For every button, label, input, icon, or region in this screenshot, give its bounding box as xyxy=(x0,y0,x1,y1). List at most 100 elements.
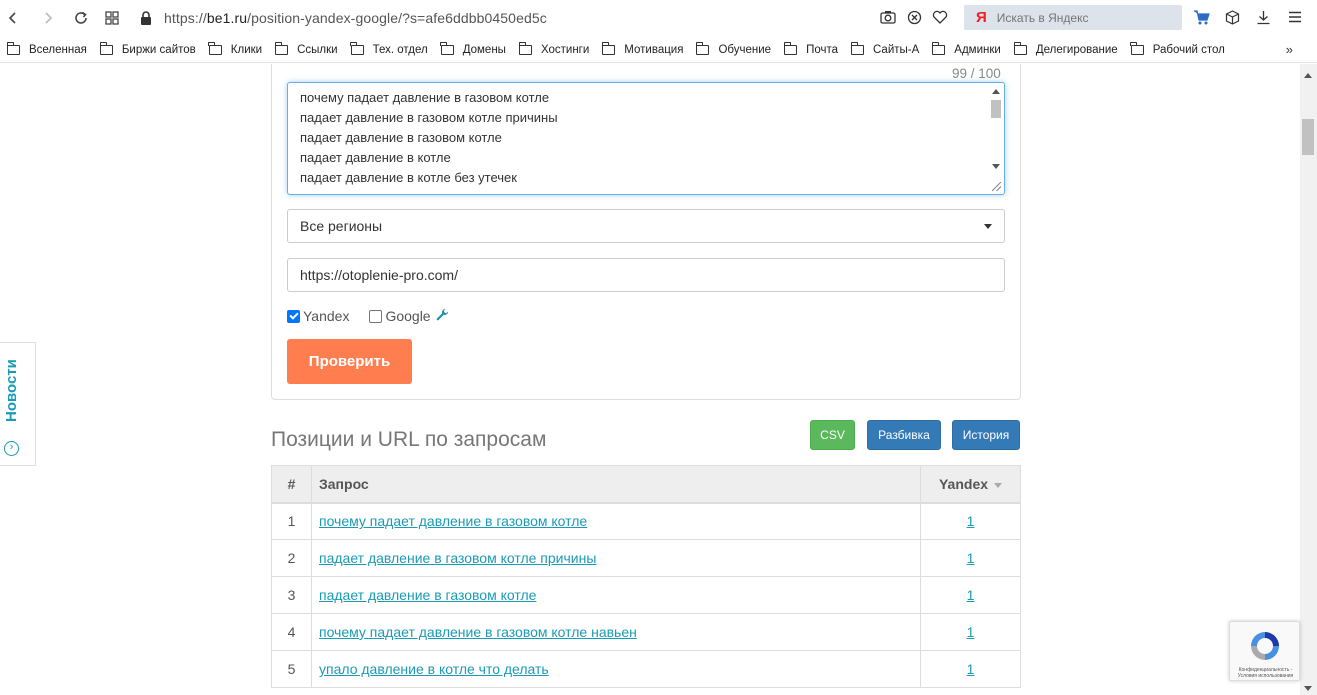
position-link[interactable]: 1 xyxy=(967,587,975,603)
bookmark-label: Клики xyxy=(230,43,263,56)
query-link[interactable]: почему падает давление в газовом котле н… xyxy=(319,624,637,640)
heart-icon[interactable] xyxy=(927,4,953,30)
history-button[interactable]: История xyxy=(952,420,1020,450)
row-query-cell: упало давление в котле что делать xyxy=(311,650,921,688)
reload-icon[interactable] xyxy=(68,5,94,31)
engine-checkboxes: Yandex Google xyxy=(287,308,449,324)
resize-handle-icon[interactable] xyxy=(992,182,1001,191)
menu-icon[interactable] xyxy=(1282,4,1308,30)
recaptcha-text[interactable]: Конфиденциальность - Условия использован… xyxy=(1234,667,1297,679)
table-row: 1 почему падает давление в газовом котле 1 xyxy=(271,502,1021,540)
scroll-down-icon[interactable] xyxy=(1304,686,1312,691)
row-position-cell: 1 xyxy=(920,502,1021,540)
scroll-up-icon[interactable] xyxy=(1304,73,1312,78)
bookmark-item[interactable]: Домены xyxy=(440,41,506,56)
bookmark-item[interactable]: Рабочий стол xyxy=(1130,41,1225,56)
camera-icon[interactable] xyxy=(875,4,901,30)
query-link[interactable]: упало давление в котле что делать xyxy=(319,661,549,677)
row-position-cell: 1 xyxy=(920,576,1021,614)
position-link[interactable]: 1 xyxy=(967,624,975,640)
bookmark-label: Хостинги xyxy=(540,43,590,56)
bookmark-item[interactable]: Биржи сайтов xyxy=(99,41,196,56)
folder-icon xyxy=(783,41,798,55)
bookmark-item[interactable]: Тех. отдел xyxy=(350,41,428,56)
query-line: падает давление в котле xyxy=(300,150,451,165)
region-select-value: Все регионы xyxy=(300,218,383,234)
table-row: 4 почему падает давление в газовом котле … xyxy=(271,613,1021,651)
results-table: # Запрос Yandex 1 почему падает давление … xyxy=(271,465,1021,688)
download-icon[interactable] xyxy=(1250,4,1276,30)
bookmark-item[interactable]: Хостинги xyxy=(518,41,590,56)
position-link[interactable]: 1 xyxy=(967,550,975,566)
bookmark-label: Домены xyxy=(462,43,506,56)
query-link[interactable]: почему падает давление в газовом котле xyxy=(319,513,587,529)
site-url-value: https://otoplenie-pro.com/ xyxy=(300,267,458,283)
google-checkbox[interactable] xyxy=(369,309,383,323)
bookmark-item[interactable]: Делегирование xyxy=(1013,41,1118,56)
bookmark-item[interactable]: Сайты-А xyxy=(850,41,920,56)
bookmark-label: Сайты-А xyxy=(873,43,920,56)
yandex-checkbox-label[interactable]: Yandex xyxy=(303,308,349,324)
tabs-grid-icon[interactable] xyxy=(99,5,125,31)
bookmark-item[interactable]: Вселенная xyxy=(6,41,87,56)
region-select[interactable]: Все регионы xyxy=(287,209,1005,243)
folder-icon xyxy=(931,41,946,55)
folder-icon xyxy=(274,41,289,55)
bookmark-label: Админки xyxy=(954,43,1001,56)
news-tab-label: Новости xyxy=(3,359,20,423)
table-row: 2 падает давление в газовом котле причины… xyxy=(271,539,1021,577)
address-bar[interactable]: https://be1.ru/position-yandex-google/?s… xyxy=(140,5,547,30)
scroll-up-icon[interactable] xyxy=(992,89,1000,94)
bookmark-label: Ссылки xyxy=(297,43,338,56)
wrench-icon[interactable] xyxy=(436,308,449,324)
forward-icon[interactable] xyxy=(35,5,61,31)
row-query-cell: падает давление в газовом котле причины xyxy=(311,539,921,577)
cart-icon[interactable] xyxy=(1188,4,1214,30)
bookmark-item[interactable]: Почта xyxy=(783,41,838,56)
back-icon[interactable] xyxy=(0,5,26,31)
folder-icon xyxy=(1013,41,1027,55)
scroll-down-icon[interactable] xyxy=(992,164,1000,169)
queries-textarea[interactable]: почему падает давление в газовом котле п… xyxy=(287,82,1005,195)
query-link[interactable]: падает давление в газовом котле причины xyxy=(319,550,596,566)
query-line: падает давление в газовом котле причины xyxy=(300,110,558,125)
bookmarks-overflow-icon[interactable]: » xyxy=(1286,42,1293,57)
scroll-thumb[interactable] xyxy=(991,100,1001,118)
bookmark-label: Вселенная xyxy=(29,43,87,56)
row-position-cell: 1 xyxy=(920,650,1021,688)
yandex-logo-icon: Я xyxy=(976,9,987,26)
page-scrollbar[interactable] xyxy=(1300,64,1317,695)
bookmark-item[interactable]: Админки xyxy=(931,41,1001,56)
bookmark-item[interactable]: Клики xyxy=(208,41,263,56)
yandex-search-input[interactable] xyxy=(996,10,1167,25)
google-checkbox-label[interactable]: Google xyxy=(385,308,430,324)
csv-button[interactable]: CSV xyxy=(810,420,855,450)
check-button[interactable]: Проверить xyxy=(287,339,412,384)
page-content: 99 / 100 почему падает давление в газово… xyxy=(0,64,1300,695)
split-button[interactable]: Разбивка xyxy=(867,420,941,450)
news-side-tab[interactable]: Новости › xyxy=(0,342,36,466)
scroll-thumb[interactable] xyxy=(1302,119,1314,155)
folder-icon xyxy=(350,41,364,55)
yandex-search-box[interactable]: Я xyxy=(964,5,1182,30)
column-yandex[interactable]: Yandex xyxy=(920,465,1021,504)
position-link[interactable]: 1 xyxy=(967,513,975,529)
table-row: 5 упало давление в котле что делать 1 xyxy=(271,650,1021,688)
row-position-cell: 1 xyxy=(920,539,1021,577)
bookmark-item[interactable]: Мотивация xyxy=(601,41,683,56)
row-query-cell: почему падает давление в газовом котле xyxy=(311,502,921,540)
adblock-icon[interactable] xyxy=(901,4,927,30)
site-url-input[interactable]: https://otoplenie-pro.com/ xyxy=(287,258,1005,292)
column-query[interactable]: Запрос xyxy=(311,465,921,504)
box-icon[interactable] xyxy=(1219,4,1245,30)
bookmark-item[interactable]: Ссылки xyxy=(274,41,338,56)
query-counter: 99 / 100 xyxy=(952,66,1001,81)
bookmark-item[interactable]: Обучение xyxy=(696,41,771,56)
recaptcha-badge[interactable]: Конфиденциальность - Условия использован… xyxy=(1229,621,1300,681)
position-link[interactable]: 1 xyxy=(967,661,975,677)
row-number: 3 xyxy=(271,576,312,614)
query-link[interactable]: падает давление в газовом котле xyxy=(319,587,536,603)
yandex-checkbox[interactable] xyxy=(287,309,300,323)
expand-circle-icon[interactable]: › xyxy=(4,441,19,456)
textarea-scrollbar[interactable] xyxy=(988,84,1003,193)
